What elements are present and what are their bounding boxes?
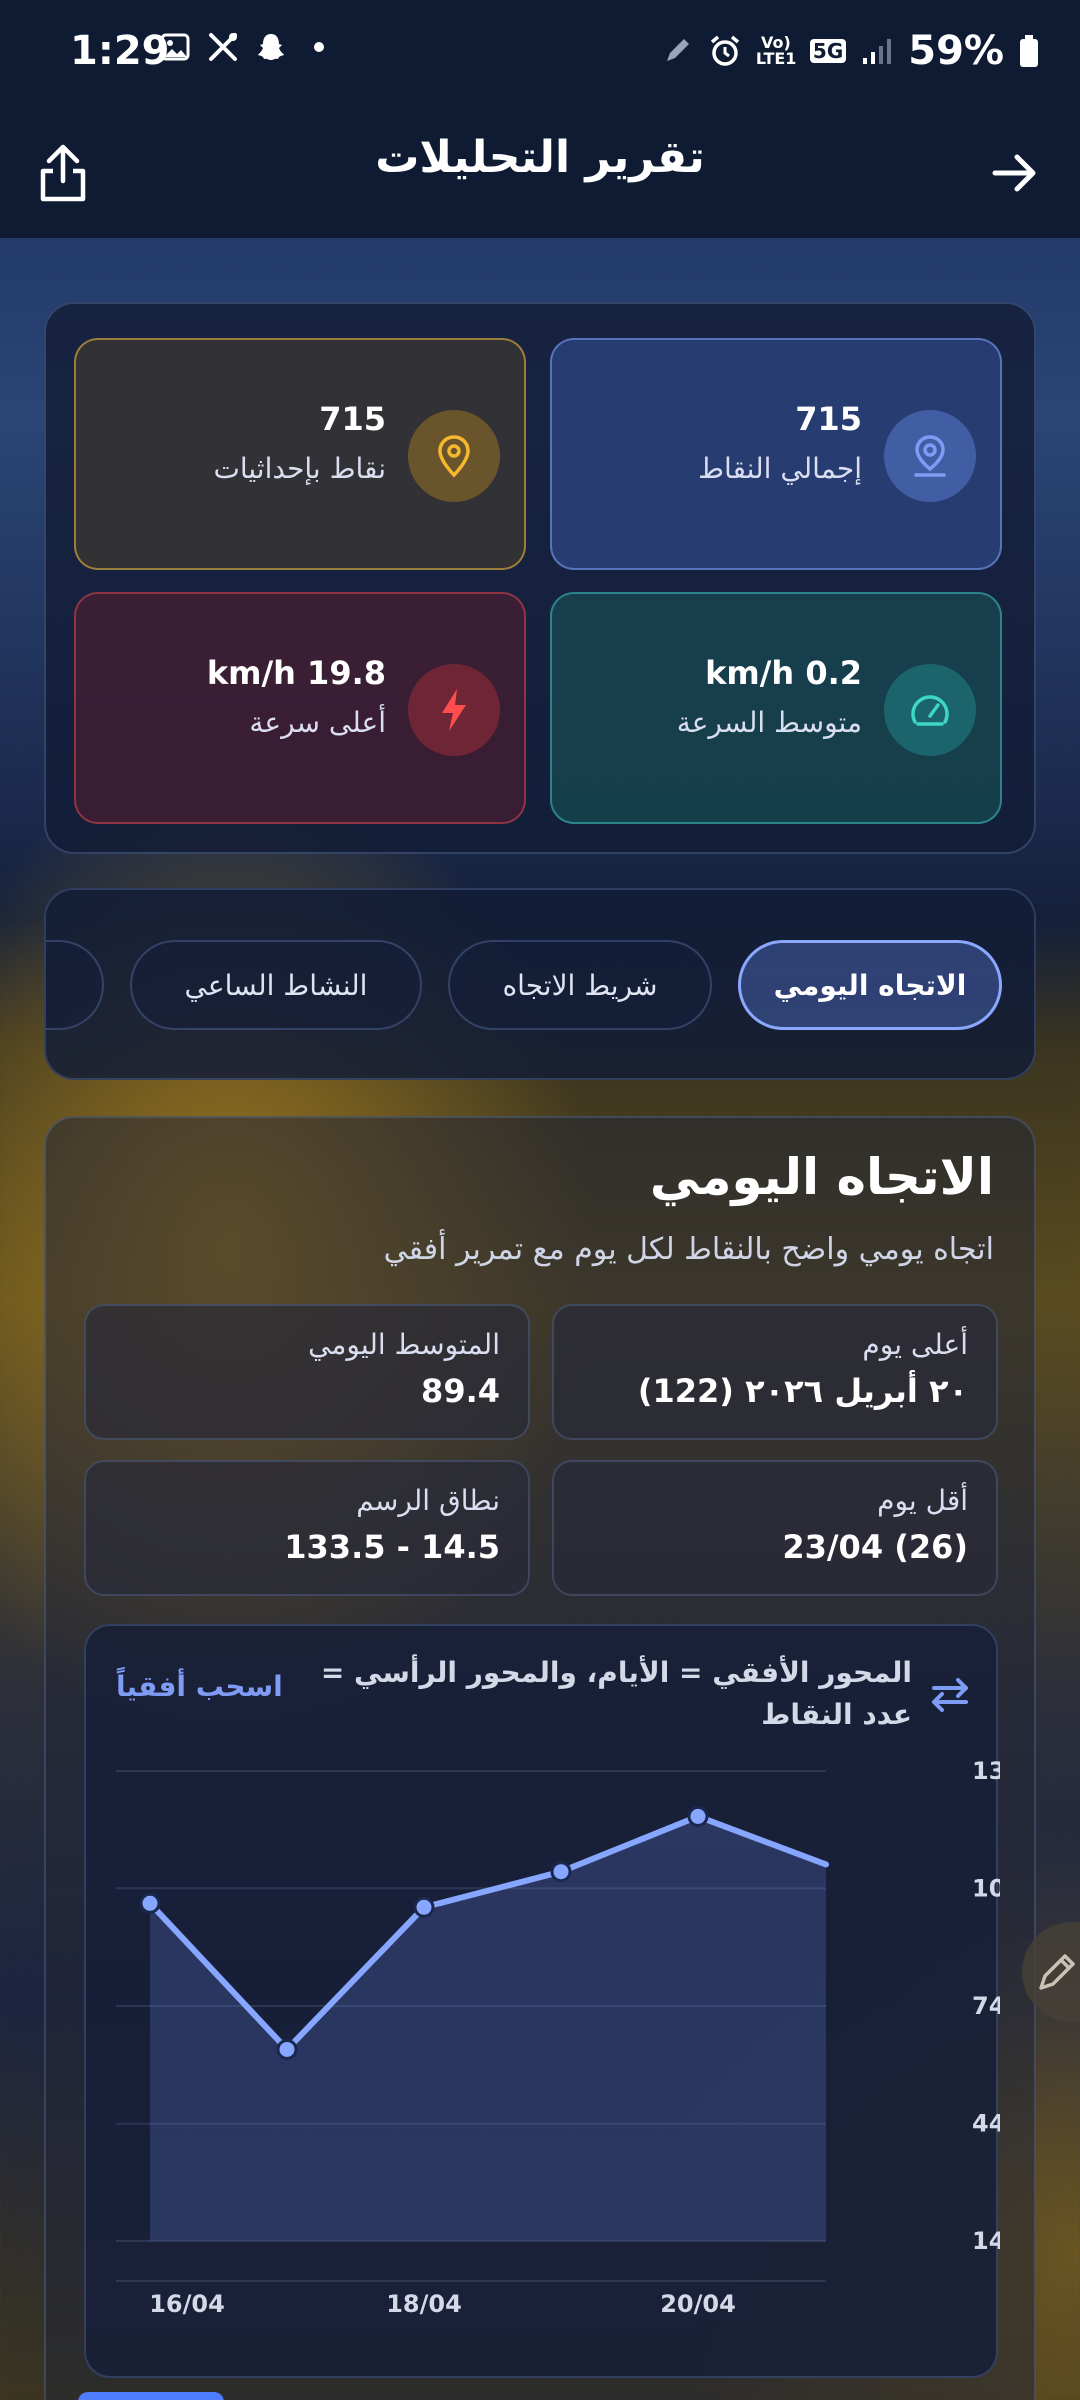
data-point [276,2038,298,2060]
y-tick-label: 44.2 [972,2110,1000,2138]
snapchat-icon [254,30,288,64]
chart-range-label: نطاق الرسم [356,1484,500,1517]
peak-day-card: أعلى يوم ٢٠ أبريل ٢٠٢٦ (122) [552,1304,998,1440]
pencil-icon [1039,1954,1075,1990]
tab-daily-trend[interactable]: الاتجاه اليومي [738,940,1002,1030]
battery-percent: 59% [908,28,1004,74]
stat-max-speed: km/h 19.8 أعلى سرعة [74,592,526,824]
y-tick-label: 14.5 [972,2227,1000,2255]
app-header: تقرير التحليلات [0,108,1080,238]
battery-icon [1018,34,1040,68]
x-tick-label: 18/04 [386,2290,462,2318]
stat-label: نقاط بإحداثيات [213,452,386,485]
section-subtitle: اتجاه يومي واضح بالنقاط لكل يوم مع تمرير… [383,1232,994,1267]
tools-icon [206,30,240,64]
chart-range-value: 133.5 - 14.5 [284,1528,500,1566]
y-tick-label: 74 [972,1992,1000,2020]
x-tick-label: 16/04 [149,2290,225,2318]
peak-day-label: أعلى يوم [862,1328,968,1361]
daily-avg-card: المتوسط اليومي 89.4 [84,1304,530,1440]
dot-icon [302,30,336,64]
status-bar: 1:29 Vo) LTE1 5G 59% [0,0,1080,108]
next-section-peek [78,2392,224,2400]
status-right-icons: Vo) LTE1 5G 59% [660,28,1040,74]
x-tick-label: 20/04 [660,2290,736,2318]
stat-value: 715 [795,400,862,438]
tab-more[interactable] [46,940,104,1030]
share-button[interactable] [18,128,108,218]
5g-icon: 5G [809,39,847,63]
stat-value: km/h 0.2 [705,654,862,692]
share-icon [40,144,86,202]
daily-avg-value: 89.4 [421,1372,500,1410]
stat-value: km/h 19.8 [206,654,386,692]
low-day-value: 23/04 (26) [782,1528,968,1566]
low-day-card: أقل يوم 23/04 (26) [552,1460,998,1596]
daily-trend-section: الاتجاه اليومي اتجاه يومي واضح بالنقاط ل… [44,1116,1036,2400]
alarm-icon [708,34,742,68]
data-point [550,1861,572,1883]
speedometer-icon [884,664,976,756]
daily-trend-chart[interactable]: المحور الأفقي = الأيام، والمحور الرأسي =… [84,1624,1000,2378]
chart-range-card: نطاق الرسم 133.5 - 14.5 [84,1460,530,1596]
data-point [413,1896,435,1918]
lightning-icon [408,664,500,756]
tab-hourly-activity[interactable]: النشاط الساعي [130,940,422,1030]
line-chart: 133.5 103.8 74 44.2 14.5 16/04 18/04 20/04 [116,1757,1000,2318]
volte-icon: Vo) LTE1 [755,33,797,68]
y-tick-label: 103.8 [972,1874,1000,1902]
stat-avg-speed: km/h 0.2 متوسط السرعة [550,592,1002,824]
y-tick-label: 133.5 [972,1757,1000,1785]
signal-icon [860,34,894,68]
low-day-label: أقل يوم [877,1484,968,1517]
pen-icon [660,34,694,68]
status-left-icons [158,30,336,64]
stat-label: إجمالي النقاط [698,452,862,485]
stat-label: أعلى سرعة [249,706,386,739]
stat-value: 715 [319,400,386,438]
data-point [139,1892,161,1914]
page-title: تقرير التحليلات [375,132,705,183]
status-time: 1:29 [70,28,170,74]
data-point [687,1805,709,1827]
chart-tabs: الاتجاه اليومي شريط الاتجاه النشاط الساع… [44,888,1036,1080]
area-fill [150,1816,826,2241]
image-icon [158,30,192,64]
stat-coord-points: 715 نقاط بإحداثيات [74,338,526,570]
stat-total-points: 715 إجمالي النقاط [550,338,1002,570]
map-pin-icon [884,410,976,502]
stat-label: متوسط السرعة [676,706,862,739]
daily-avg-label: المتوسط اليومي [308,1328,500,1361]
peak-day-value: ٢٠ أبريل ٢٠٢٦ (122) [637,1372,968,1410]
section-title: الاتجاه اليومي [649,1148,994,1206]
stats-panel: 715 إجمالي النقاط 715 نقاط بإحداثيات km/… [44,302,1036,854]
tab-trend-bar[interactable]: شريط الاتجاه [448,940,712,1030]
location-icon [408,410,500,502]
